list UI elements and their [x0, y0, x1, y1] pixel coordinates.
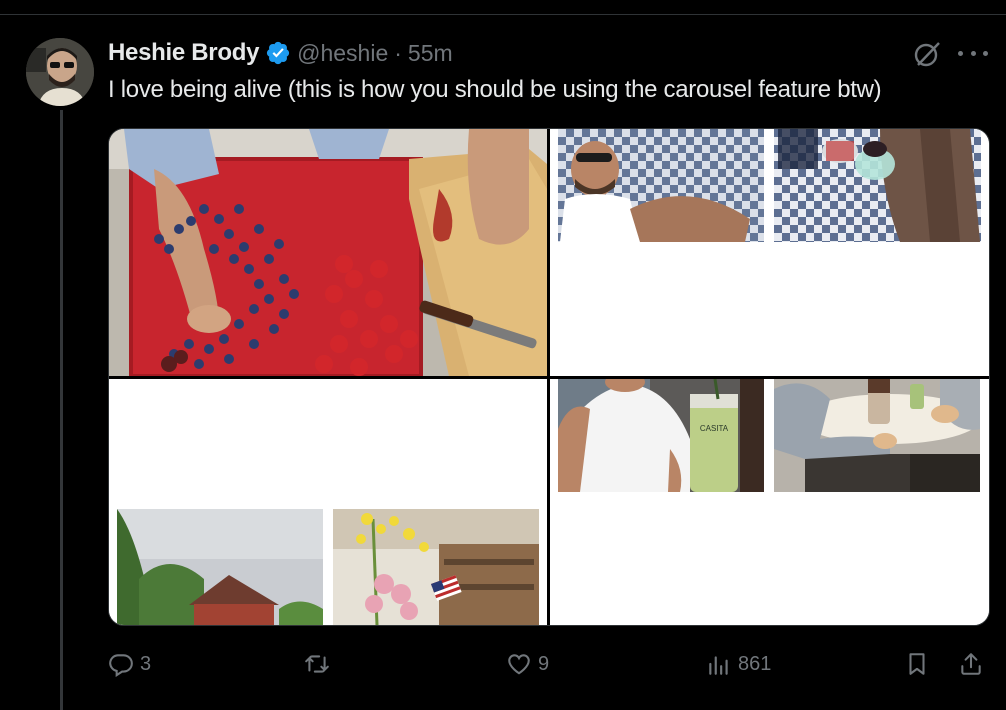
thread-line: [60, 110, 63, 710]
more-icon[interactable]: [958, 40, 988, 66]
timestamp[interactable]: 55m: [408, 40, 453, 67]
reply-icon: [109, 654, 133, 677]
photo-picnic-collage[interactable]: [550, 129, 989, 376]
like-icon: [508, 654, 530, 675]
author-name[interactable]: Heshie Brody: [108, 39, 259, 67]
like-count: 9: [538, 652, 550, 675]
photo-house-and-shop[interactable]: [109, 379, 547, 625]
views-icon: [709, 656, 728, 675]
reply-count: 3: [140, 652, 152, 675]
casita-label: CASITA: [700, 424, 729, 433]
share-button[interactable]: [958, 644, 984, 684]
media-grid[interactable]: CASITA: [108, 128, 990, 626]
reply-button[interactable]: 3: [108, 644, 151, 684]
action-bar: 3 9 861: [108, 644, 988, 684]
top-divider: [0, 14, 1006, 15]
retweet-icon: [305, 655, 329, 673]
author-handle[interactable]: @heshie: [297, 40, 388, 67]
avatar-image: [26, 38, 94, 106]
bookmark-button[interactable]: [904, 644, 930, 684]
retweet-button[interactable]: [304, 644, 330, 684]
tweet-header: Heshie Brody @heshie · 55m: [108, 36, 453, 70]
photo-cafe-collage[interactable]: CASITA: [550, 379, 989, 625]
share-icon: [961, 653, 981, 675]
separator-dot: ·: [394, 39, 402, 66]
like-button[interactable]: 9: [506, 644, 549, 684]
verified-badge-icon: [265, 40, 291, 66]
photo-fruit-cutting[interactable]: [109, 129, 547, 376]
views-button[interactable]: 861: [706, 644, 771, 684]
grok-icon[interactable]: [912, 39, 942, 69]
avatar[interactable]: [26, 38, 94, 106]
tweet-text: I love being alive (this is how you shou…: [108, 76, 882, 103]
view-count: 861: [738, 652, 772, 675]
bookmark-icon: [909, 653, 925, 675]
